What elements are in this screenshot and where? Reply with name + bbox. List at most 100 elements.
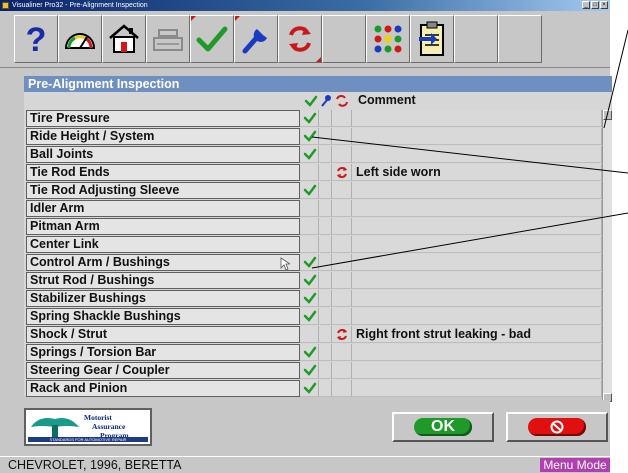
comment-cell[interactable] (352, 110, 602, 127)
adjust-button[interactable] (234, 15, 278, 63)
maximize-button[interactable]: □ (591, 1, 599, 9)
replace-cell[interactable] (332, 290, 352, 307)
item-label: Pitman Arm (26, 218, 300, 235)
table-row[interactable]: Ride Height / System (24, 128, 602, 146)
home-button[interactable] (102, 15, 146, 63)
replace-cell[interactable] (332, 146, 352, 163)
comment-cell[interactable] (352, 272, 602, 289)
comment-cell[interactable] (352, 254, 602, 271)
replace-cell[interactable] (332, 362, 352, 379)
ok-cell[interactable] (300, 344, 319, 361)
print-button[interactable] (146, 15, 190, 63)
close-button[interactable]: × (600, 1, 608, 9)
table-row[interactable]: Shock / Strut Right front strut leaking -… (24, 326, 602, 344)
ok-cell[interactable] (300, 362, 319, 379)
ok-cell[interactable] (300, 164, 319, 181)
replace-button[interactable] (278, 15, 322, 63)
table-row[interactable]: Center Link (24, 236, 602, 254)
ok-cell[interactable] (300, 110, 319, 127)
ok-cell[interactable] (300, 308, 319, 325)
comment-cell[interactable] (352, 182, 602, 199)
replace-cell[interactable] (332, 380, 352, 397)
table-row[interactable]: Ball Joints (24, 146, 602, 164)
adjust-cell[interactable] (319, 128, 332, 145)
adjust-cell[interactable] (319, 290, 332, 307)
comment-cell[interactable] (352, 308, 602, 325)
replace-cell[interactable] (332, 200, 352, 217)
comment-cell[interactable] (352, 344, 602, 361)
adjust-cell[interactable] (319, 344, 332, 361)
ok-cell[interactable] (300, 236, 319, 253)
ok-cell[interactable] (300, 218, 319, 235)
comment-cell[interactable] (352, 218, 602, 235)
ok-cell[interactable] (300, 182, 319, 199)
table-row[interactable]: Rack and Pinion (24, 380, 602, 398)
clipboard-button[interactable] (410, 15, 454, 63)
comment-cell[interactable]: Right front strut leaking - bad (352, 326, 602, 343)
comment-cell[interactable] (352, 146, 602, 163)
comment-cell[interactable] (352, 362, 602, 379)
alignment-gauge-button[interactable] (58, 15, 102, 63)
table-row[interactable]: Strut Rod / Bushings (24, 272, 602, 290)
comment-cell[interactable] (352, 380, 602, 397)
table-row[interactable]: Idler Arm (24, 200, 602, 218)
table-row[interactable]: Steering Gear / Coupler (24, 362, 602, 380)
cancel-button[interactable] (506, 412, 608, 442)
blank-toolbar-button[interactable] (498, 15, 542, 63)
table-row[interactable]: Stabilizer Bushings (24, 290, 602, 308)
adjust-cell[interactable] (319, 326, 332, 343)
ok-button[interactable]: OK (392, 412, 494, 442)
adjust-cell[interactable] (319, 164, 332, 181)
adjust-cell[interactable] (319, 110, 332, 127)
comment-cell[interactable] (352, 290, 602, 307)
options-button[interactable] (366, 15, 410, 63)
blank-toolbar-button[interactable] (454, 15, 498, 63)
table-row[interactable]: Control Arm / Bushings (24, 254, 602, 272)
replace-cell[interactable] (332, 218, 352, 235)
comment-cell[interactable] (352, 128, 602, 145)
replace-cell[interactable] (332, 344, 352, 361)
scrollbar-thumb[interactable] (603, 110, 612, 120)
replace-cell[interactable] (332, 236, 352, 253)
ok-cell[interactable] (300, 290, 319, 307)
adjust-cell[interactable] (319, 146, 332, 163)
blank-toolbar-button[interactable] (322, 15, 366, 63)
scrollbar[interactable] (602, 110, 612, 402)
ok-cell[interactable] (300, 254, 319, 271)
table-row[interactable]: Tie Rod Adjusting Sleeve (24, 182, 602, 200)
table-row[interactable]: Tire Pressure (24, 110, 602, 128)
table-row[interactable]: Pitman Arm (24, 218, 602, 236)
inspection-ok-button[interactable] (190, 15, 234, 63)
adjust-cell[interactable] (319, 218, 332, 235)
ok-cell[interactable] (300, 128, 319, 145)
help-button[interactable]: ? (14, 15, 58, 63)
ok-cell[interactable] (300, 272, 319, 289)
ok-cell[interactable] (300, 200, 319, 217)
adjust-cell[interactable] (319, 200, 332, 217)
minimize-button[interactable]: _ (582, 1, 590, 9)
adjust-cell[interactable] (319, 254, 332, 271)
replace-cell[interactable] (332, 308, 352, 325)
replace-cell[interactable] (332, 254, 352, 271)
adjust-cell[interactable] (319, 380, 332, 397)
replace-cell[interactable] (332, 128, 352, 145)
replace-cell[interactable] (332, 110, 352, 127)
ok-cell[interactable] (300, 380, 319, 397)
table-row[interactable]: Tie Rod Ends Left side worn (24, 164, 602, 182)
replace-cell[interactable] (332, 164, 352, 181)
ok-cell[interactable] (300, 326, 319, 343)
table-row[interactable]: Spring Shackle Bushings (24, 308, 602, 326)
comment-cell[interactable] (352, 236, 602, 253)
replace-cell[interactable] (332, 326, 352, 343)
adjust-cell[interactable] (319, 272, 332, 289)
ok-cell[interactable] (300, 146, 319, 163)
replace-cell[interactable] (332, 182, 352, 199)
replace-cell[interactable] (332, 272, 352, 289)
adjust-cell[interactable] (319, 308, 332, 325)
comment-cell[interactable]: Left side worn (352, 164, 602, 181)
table-row[interactable]: Springs / Torsion Bar (24, 344, 602, 362)
comment-cell[interactable] (352, 200, 602, 217)
adjust-cell[interactable] (319, 182, 332, 199)
adjust-cell[interactable] (319, 236, 332, 253)
adjust-cell[interactable] (319, 362, 332, 379)
